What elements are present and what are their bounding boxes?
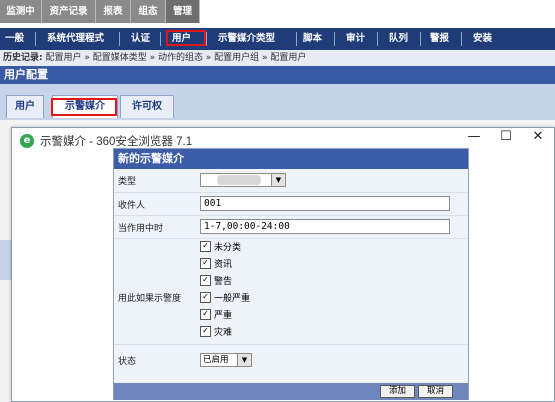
add-button[interactable]: 添加 (380, 385, 415, 398)
when-active-input[interactable]: 1-7,00:00-24:00 (200, 219, 450, 234)
checkbox-icon[interactable]: ✓ (200, 241, 211, 252)
status-label: 状态 (118, 357, 137, 367)
severity-warning[interactable]: ✓ 警告 (200, 275, 232, 289)
when-active-label: 当作用中时 (118, 224, 164, 234)
subnav-scripts[interactable]: 脚本 (303, 28, 322, 50)
cancel-button[interactable]: 取消 (418, 385, 453, 398)
close-button[interactable]: ✕ (522, 128, 554, 148)
type-label: 类型 (118, 177, 137, 187)
media-dialog: 新的示警媒介 类型 ▼ 收件人 001 当作用中时 1-7,00:00-24:0… (113, 148, 469, 400)
subnav-general[interactable]: 一般 (5, 28, 24, 50)
top-nav-monitoring[interactable]: 监测中 (0, 0, 42, 23)
top-nav-administration[interactable]: 管理 (166, 0, 200, 23)
subnav-audit[interactable]: 审计 (346, 28, 365, 50)
subnav-queue[interactable]: 队列 (389, 28, 408, 50)
dialog-footer: 添加 取消 (114, 383, 468, 400)
popup-title: 示警媒介 - 360安全浏览器 7.1 (40, 136, 193, 148)
severity-label: 用此如果示警度 (118, 294, 182, 304)
subnav-proxies[interactable]: 系统代理程式 (47, 28, 104, 50)
checkbox-icon[interactable]: ✓ (200, 326, 211, 337)
breadcrumb-path[interactable]: 配置用户 » 配置媒体类型 » 动作的组态 » 配置用户组 » 配置用户 (45, 53, 306, 63)
checkbox-icon[interactable]: ✓ (200, 309, 211, 320)
checkbox-icon[interactable]: ✓ (200, 292, 211, 303)
status-select[interactable]: 已启用 ▼ (200, 353, 252, 367)
severity-not-classified[interactable]: ✓ 未分类 (200, 241, 241, 255)
checkbox-icon[interactable]: ✓ (200, 275, 211, 286)
recipient-label: 收件人 (118, 201, 146, 211)
chevron-down-icon: ▼ (271, 174, 285, 186)
minimize-button[interactable]: — (458, 128, 490, 148)
chevron-down-icon: ▼ (237, 354, 251, 366)
top-nav-configuration[interactable]: 组态 (131, 0, 166, 23)
tab-user[interactable]: 用户 (6, 95, 44, 118)
breadcrumb: 历史记录: 配置用户 » 配置媒体类型 » 动作的组态 » 配置用户组 » 配置… (0, 50, 555, 66)
subnav-authentication[interactable]: 认证 (131, 28, 150, 50)
recipient-input[interactable]: 001 (200, 196, 450, 211)
type-select[interactable]: ▼ (200, 173, 286, 187)
severity-disaster[interactable]: ✓ 灾难 (200, 326, 232, 340)
subnav-notifications[interactable]: 警报 (430, 28, 449, 50)
top-nav: 监测中 资产记录 报表 组态 管理 (0, 0, 555, 26)
sub-nav: 一般 系统代理程式 认证 用户 示警媒介类型 脚本 审计 队列 警报 安装 (0, 28, 555, 50)
severity-information[interactable]: ✓ 资讯 (200, 258, 232, 272)
severity-high[interactable]: ✓ 严重 (200, 309, 232, 323)
form-body: 类型 ▼ 收件人 001 当作用中时 1-7,00:00-24:00 用此如果示… (114, 169, 468, 383)
top-nav-inventory[interactable]: 资产记录 (42, 0, 96, 23)
page-title: 用户配置 (0, 66, 555, 84)
browser-logo-icon: e (20, 134, 34, 148)
highlight-media-tab (51, 98, 117, 116)
subnav-media-types[interactable]: 示警媒介类型 (218, 28, 275, 50)
breadcrumb-label: 历史记录: (3, 53, 43, 63)
top-nav-reports[interactable]: 报表 (96, 0, 131, 23)
tab-permissions[interactable]: 许可权 (120, 95, 174, 118)
type-select-value-blurred (217, 175, 261, 185)
maximize-button[interactable]: ☐ (490, 128, 522, 148)
status-select-value: 已启用 (203, 355, 229, 365)
severity-average[interactable]: ✓ 一般严重 (200, 292, 250, 306)
dialog-title: 新的示警媒介 (114, 149, 468, 169)
checkbox-icon[interactable]: ✓ (200, 258, 211, 269)
highlight-users-menu (166, 30, 206, 46)
subnav-installation[interactable]: 安装 (473, 28, 492, 50)
browser-popup-window: e 示警媒介 - 360安全浏览器 7.1 — ☐ ✕ 新的示警媒介 类型 ▼ … (11, 127, 555, 402)
